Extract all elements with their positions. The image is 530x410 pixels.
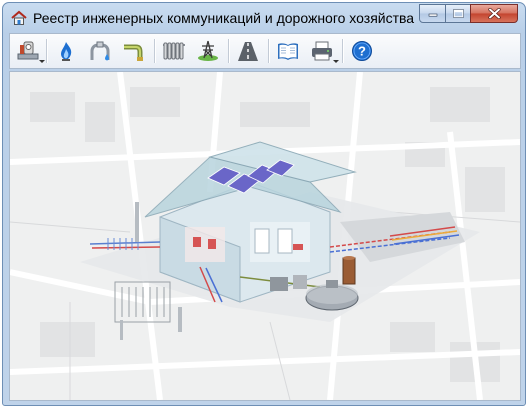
gas-button[interactable] — [52, 38, 80, 64]
water-pipe-icon — [90, 41, 110, 61]
close-icon — [487, 8, 501, 19]
heating-radiator-icon — [163, 42, 185, 60]
utility-meter-icon — [17, 41, 39, 60]
toolbar-separator — [46, 39, 48, 63]
road-icon — [238, 42, 258, 61]
maximize-button[interactable] — [445, 4, 471, 23]
water-supply-button[interactable] — [86, 38, 114, 64]
toolbar-separator — [268, 39, 270, 63]
toolbar-separator — [342, 39, 344, 63]
minimize-icon — [428, 13, 437, 17]
sewer-button[interactable] — [120, 38, 148, 64]
toolbar-separator — [228, 39, 230, 63]
print-button[interactable] — [308, 38, 339, 64]
toolbar: ? — [9, 33, 521, 69]
help-icon: ? — [352, 41, 372, 61]
electricity-button[interactable] — [194, 38, 222, 64]
window-title: Реестр инженерных коммуникаций и дорожно… — [33, 10, 415, 26]
help-button[interactable]: ? — [348, 38, 376, 64]
svg-text:?: ? — [358, 44, 366, 59]
drain-pipe-icon — [124, 44, 143, 61]
heating-button[interactable] — [160, 38, 188, 64]
roads-button[interactable] — [234, 38, 262, 64]
power-tower-icon — [198, 40, 218, 61]
book-icon — [278, 43, 298, 60]
app-house-icon — [11, 10, 27, 25]
minimize-button[interactable] — [419, 4, 446, 23]
dropdown-arrow-icon — [333, 60, 339, 63]
utility-meter-button[interactable] — [14, 38, 45, 64]
map-view[interactable] — [9, 71, 521, 401]
app-window: Реестр инженерных коммуникаций и дорожно… — [2, 2, 526, 406]
house-utilities-illustration — [80, 141, 480, 340]
maximize-icon — [452, 9, 464, 18]
gas-flame-icon — [61, 42, 72, 61]
directory-button[interactable] — [274, 38, 302, 64]
title-bar[interactable]: Реестр инженерных коммуникаций и дорожно… — [3, 3, 525, 33]
close-button[interactable] — [470, 4, 518, 23]
dropdown-arrow-icon — [39, 60, 45, 63]
toolbar-separator — [154, 39, 156, 63]
printer-icon — [312, 41, 332, 61]
